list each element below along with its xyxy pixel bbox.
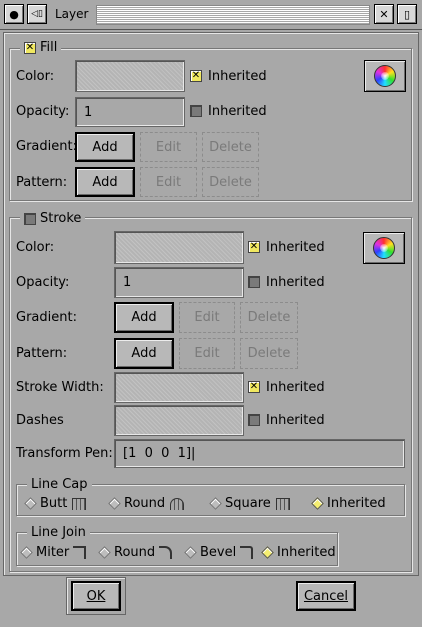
line-join-inherited-label: Inherited bbox=[277, 545, 336, 560]
line-cap-square-label: Square bbox=[225, 496, 271, 511]
fill-color-label: Color: bbox=[16, 69, 55, 84]
radio-diamond-selected-icon bbox=[311, 497, 324, 510]
transform-pen-label: Transform Pen: bbox=[16, 446, 113, 461]
fill-legend: Fill bbox=[20, 40, 62, 55]
fill-gradient-edit-button[interactable]: Edit bbox=[140, 132, 197, 162]
line-join-round-option[interactable]: Round bbox=[98, 545, 173, 560]
color-wheel-icon bbox=[373, 237, 395, 259]
fill-opacity-inherited-checkbox[interactable] bbox=[190, 105, 202, 117]
fill-color-inherited-checkbox[interactable] bbox=[190, 70, 202, 82]
stroke-color-swatch[interactable] bbox=[114, 231, 244, 264]
stroke-pattern-label: Pattern: bbox=[16, 346, 68, 361]
radio-diamond-icon bbox=[20, 546, 33, 559]
line-cap-round-option[interactable]: Round bbox=[108, 496, 185, 511]
stroke-width-input[interactable] bbox=[114, 372, 244, 403]
stroke-gradient-label: Gradient: bbox=[16, 310, 77, 325]
butt-cap-icon bbox=[72, 497, 87, 510]
stroke-color-inherited-label: Inherited bbox=[266, 240, 325, 255]
cancel-button[interactable]: Cancel bbox=[296, 581, 356, 611]
transform-pen-input[interactable]: [1 0 0 1]| bbox=[114, 439, 405, 468]
window-close-button[interactable]: ✕ bbox=[374, 4, 394, 24]
line-join-round-label: Round bbox=[114, 545, 156, 560]
stroke-opacity-inherited-checkbox[interactable] bbox=[248, 276, 260, 288]
fill-pattern-add-button[interactable]: Add bbox=[75, 167, 135, 197]
ok-button[interactable]: OK bbox=[71, 581, 121, 611]
line-cap-inherited-label: Inherited bbox=[327, 496, 386, 511]
close-icon: ✕ bbox=[379, 7, 389, 21]
radio-diamond-icon bbox=[108, 497, 121, 510]
bevel-join-icon bbox=[240, 546, 254, 559]
fill-opacity-input[interactable]: 1 bbox=[75, 97, 185, 127]
fill-pattern-edit-button[interactable]: Edit bbox=[140, 167, 197, 197]
fill-pattern-label: Pattern: bbox=[16, 175, 68, 190]
window-title: Layer bbox=[55, 7, 89, 21]
stroke-dashes-inherited-label: Inherited bbox=[266, 413, 325, 428]
fill-enable-checkbox[interactable] bbox=[24, 41, 36, 54]
stroke-dashes-label: Dashes bbox=[16, 413, 64, 428]
radio-diamond-icon bbox=[98, 546, 111, 559]
fill-opacity-label: Opacity: bbox=[16, 104, 70, 119]
fill-color-picker-button[interactable] bbox=[364, 60, 406, 92]
stroke-color-inherited-checkbox[interactable] bbox=[248, 241, 260, 253]
stroke-opacity-inherited-label: Inherited bbox=[266, 275, 325, 290]
line-join-miter-label: Miter bbox=[36, 545, 70, 560]
stroke-legend-label: Stroke bbox=[40, 211, 82, 226]
round-join-icon bbox=[159, 546, 173, 559]
line-cap-legend: Line Cap bbox=[27, 477, 92, 492]
line-cap-butt-option[interactable]: Butt bbox=[24, 496, 87, 511]
title-stripes[interactable] bbox=[96, 5, 370, 25]
line-join-bevel-label: Bevel bbox=[200, 545, 237, 560]
stroke-pattern-delete-button[interactable]: Delete bbox=[240, 338, 298, 369]
stroke-pattern-edit-button[interactable]: Edit bbox=[179, 338, 235, 369]
stroke-dashes-select[interactable] bbox=[114, 405, 244, 436]
fill-color-swatch[interactable] bbox=[75, 60, 185, 92]
fill-gradient-delete-button[interactable]: Delete bbox=[202, 132, 259, 162]
line-join-bevel-option[interactable]: Bevel bbox=[184, 545, 254, 560]
round-cap-icon bbox=[170, 497, 185, 510]
stroke-legend: Stroke bbox=[20, 211, 86, 226]
window-maximize-button[interactable]: ▯ bbox=[397, 4, 417, 24]
fill-legend-label: Fill bbox=[40, 40, 58, 55]
fill-pattern-delete-button[interactable]: Delete bbox=[202, 167, 259, 197]
stroke-gradient-add-button[interactable]: Add bbox=[114, 302, 174, 333]
stroke-width-label: Stroke Width: bbox=[16, 380, 104, 395]
window-shade-button[interactable]: ◁▯ bbox=[27, 4, 47, 24]
radio-diamond-selected-icon bbox=[261, 546, 274, 559]
maximize-icon: ▯ bbox=[403, 7, 411, 21]
radio-diamond-icon bbox=[24, 497, 37, 510]
stroke-gradient-edit-button[interactable]: Edit bbox=[179, 302, 235, 333]
stroke-opacity-label: Opacity: bbox=[16, 275, 70, 290]
stroke-width-inherited-label: Inherited bbox=[266, 380, 325, 395]
stroke-color-label: Color: bbox=[16, 240, 55, 255]
window-menu-icon: ● bbox=[9, 7, 19, 21]
color-wheel-icon bbox=[374, 65, 396, 87]
line-cap-square-option[interactable]: Square bbox=[209, 496, 290, 511]
line-join-inherited-option[interactable]: Inherited bbox=[261, 545, 336, 560]
stroke-dashes-inherited-checkbox[interactable] bbox=[248, 414, 260, 426]
line-join-legend: Line Join bbox=[27, 525, 90, 540]
stroke-opacity-input[interactable]: 1 bbox=[114, 267, 244, 298]
line-join-miter-option[interactable]: Miter bbox=[20, 545, 87, 560]
window-menu-button[interactable]: ● bbox=[4, 4, 24, 24]
radio-diamond-icon bbox=[209, 497, 222, 510]
line-cap-round-label: Round bbox=[124, 496, 166, 511]
fill-opacity-inherited-label: Inherited bbox=[208, 104, 267, 119]
miter-join-icon bbox=[73, 546, 87, 559]
fill-gradient-add-button[interactable]: Add bbox=[75, 132, 135, 162]
line-cap-inherited-option[interactable]: Inherited bbox=[311, 496, 386, 511]
title-bar: ● ◁▯ Layer ✕ ▯ bbox=[0, 0, 422, 30]
window-shade-icon: ◁▯ bbox=[31, 8, 43, 19]
stroke-width-inherited-checkbox[interactable] bbox=[248, 381, 260, 393]
stroke-color-picker-button[interactable] bbox=[363, 232, 405, 264]
stroke-enable-checkbox[interactable] bbox=[24, 212, 36, 225]
fill-gradient-label: Gradient: bbox=[16, 139, 77, 154]
fill-color-inherited-label: Inherited bbox=[208, 69, 267, 84]
stroke-pattern-add-button[interactable]: Add bbox=[114, 338, 174, 369]
radio-diamond-icon bbox=[184, 546, 197, 559]
square-cap-icon bbox=[275, 497, 290, 510]
stroke-gradient-delete-button[interactable]: Delete bbox=[240, 302, 298, 333]
line-cap-butt-label: Butt bbox=[40, 496, 68, 511]
